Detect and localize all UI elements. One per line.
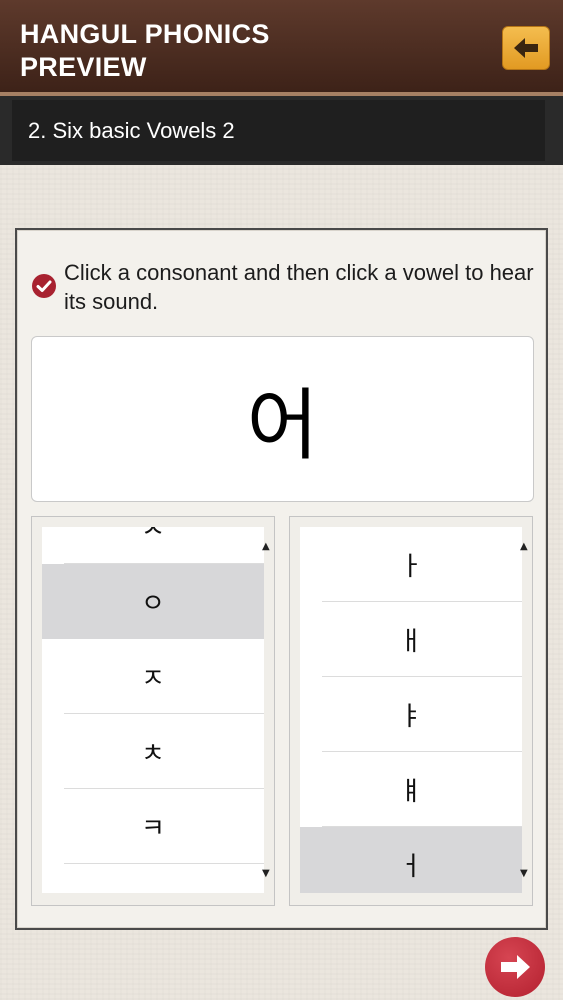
next-button[interactable]: [485, 937, 545, 997]
scroll-down-icon[interactable]: ▼: [520, 869, 528, 879]
arrow-left-icon: [514, 38, 538, 58]
consonant-list[interactable]: ㅅ ㅇ ㅈ ㅊ ㅋ ㅡ: [42, 527, 264, 893]
scroll-up-icon[interactable]: ▲: [262, 542, 270, 552]
consonant-item[interactable]: ㅋ: [42, 789, 264, 864]
vowel-picker[interactable]: ㅏ ㅐ ㅑ ㅒ ㅓ ▲ ▼: [289, 516, 533, 906]
scroll-down-icon[interactable]: ▼: [262, 869, 270, 879]
consonant-item[interactable]: ㅊ: [42, 714, 264, 789]
lesson-bar-inner: 2. Six basic Vowels 2: [12, 100, 545, 161]
consonant-item[interactable]: ㅈ: [42, 639, 264, 714]
vowel-item-selected[interactable]: ㅓ: [300, 827, 522, 893]
vowel-list[interactable]: ㅏ ㅐ ㅑ ㅒ ㅓ: [300, 527, 522, 893]
vowel-item[interactable]: ㅒ: [300, 752, 522, 827]
app-title-line2: PREVIEW: [20, 52, 147, 82]
lesson-title: 2. Six basic Vowels 2: [28, 118, 235, 143]
vowel-item[interactable]: ㅑ: [300, 677, 522, 752]
consonant-picker[interactable]: ㅅ ㅇ ㅈ ㅊ ㅋ ㅡ ▲ ▼: [31, 516, 275, 906]
lesson-bar: 2. Six basic Vowels 2: [0, 96, 563, 165]
check-circle-icon: [32, 274, 56, 298]
consonant-item[interactable]: ㅡ: [42, 864, 264, 893]
vowel-item[interactable]: ㅐ: [300, 602, 522, 677]
arrow-right-icon: [501, 955, 530, 979]
vowel-item[interactable]: ㅏ: [300, 527, 522, 602]
practice-card: Click a consonant and then click a vowel…: [15, 228, 548, 930]
app-title-line1: HANGUL PHONICS: [20, 19, 270, 49]
app-header: HANGUL PHONICS PREVIEW: [0, 0, 563, 96]
app-title: HANGUL PHONICS PREVIEW: [20, 18, 440, 84]
syllable-text: 어: [246, 381, 319, 471]
instruction-text: Click a consonant and then click a vowel…: [64, 260, 534, 314]
scroll-up-icon[interactable]: ▲: [520, 542, 528, 552]
syllable-display: 어: [31, 336, 534, 502]
back-button[interactable]: [502, 26, 550, 70]
consonant-item[interactable]: ㅅ: [42, 527, 264, 564]
consonant-item-selected[interactable]: ㅇ: [42, 564, 264, 639]
